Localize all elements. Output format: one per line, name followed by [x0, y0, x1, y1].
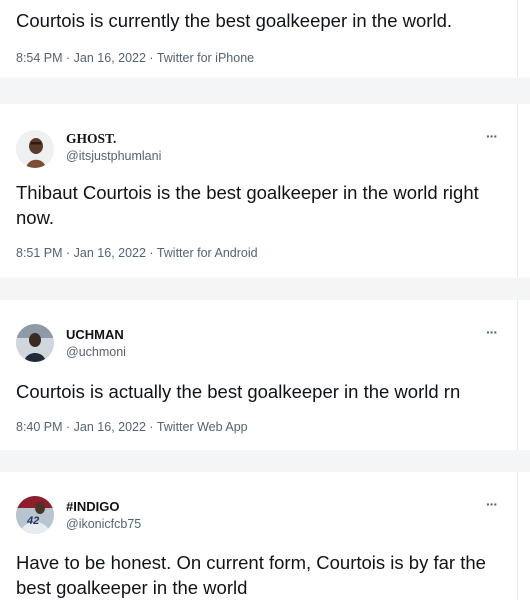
- tweet-text: Courtois is actually the best goalkeeper…: [16, 381, 461, 402]
- tweet-card[interactable]: GHOST. @itsjustphumlani ··· Thibaut Cour…: [0, 104, 518, 278]
- tweet-card[interactable]: Courtois is currently the best goalkeepe…: [0, 0, 518, 78]
- more-options-icon[interactable]: ···: [486, 496, 498, 512]
- tweet-divider: [0, 278, 530, 300]
- user-display-name[interactable]: UCHMAN: [66, 327, 124, 342]
- more-options-icon[interactable]: ···: [486, 324, 498, 340]
- tweet-text: Thibaut Courtois is the best goalkeeper …: [16, 182, 479, 228]
- tweet-text: Courtois is currently the best goalkeepe…: [16, 10, 452, 31]
- user-display-name[interactable]: #INDIGO: [66, 499, 119, 514]
- jersey-number: 42: [27, 515, 40, 527]
- user-avatar-icon[interactable]: 42: [16, 496, 54, 534]
- tweet-text: Have to be honest. On current form, Cour…: [16, 552, 486, 598]
- user-display-name[interactable]: GHOST.: [66, 131, 116, 147]
- user-handle[interactable]: @itsjustphumlani: [66, 149, 161, 163]
- tweet-meta: 8:40 PM · Jan 16, 2022 · Twitter Web App: [16, 420, 248, 434]
- more-options-icon[interactable]: ···: [486, 128, 498, 144]
- tweet-card[interactable]: 42 #INDIGO @ikonicfcb75 ··· Have to be h…: [0, 472, 518, 600]
- user-avatar-icon[interactable]: [16, 130, 54, 168]
- tweet-divider: [0, 450, 530, 472]
- tweet-meta: 8:54 PM · Jan 16, 2022 · Twitter for iPh…: [16, 51, 255, 65]
- user-handle[interactable]: @uchmoni: [66, 345, 126, 359]
- tweet-divider: [0, 78, 530, 104]
- user-handle[interactable]: @ikonicfcb75: [66, 517, 141, 531]
- tweet-meta: 8:51 PM · Jan 16, 2022 · Twitter for And…: [16, 246, 258, 260]
- user-avatar-icon[interactable]: [16, 324, 54, 362]
- tweet-card[interactable]: UCHMAN @uchmoni ··· Courtois is actually…: [0, 300, 518, 450]
